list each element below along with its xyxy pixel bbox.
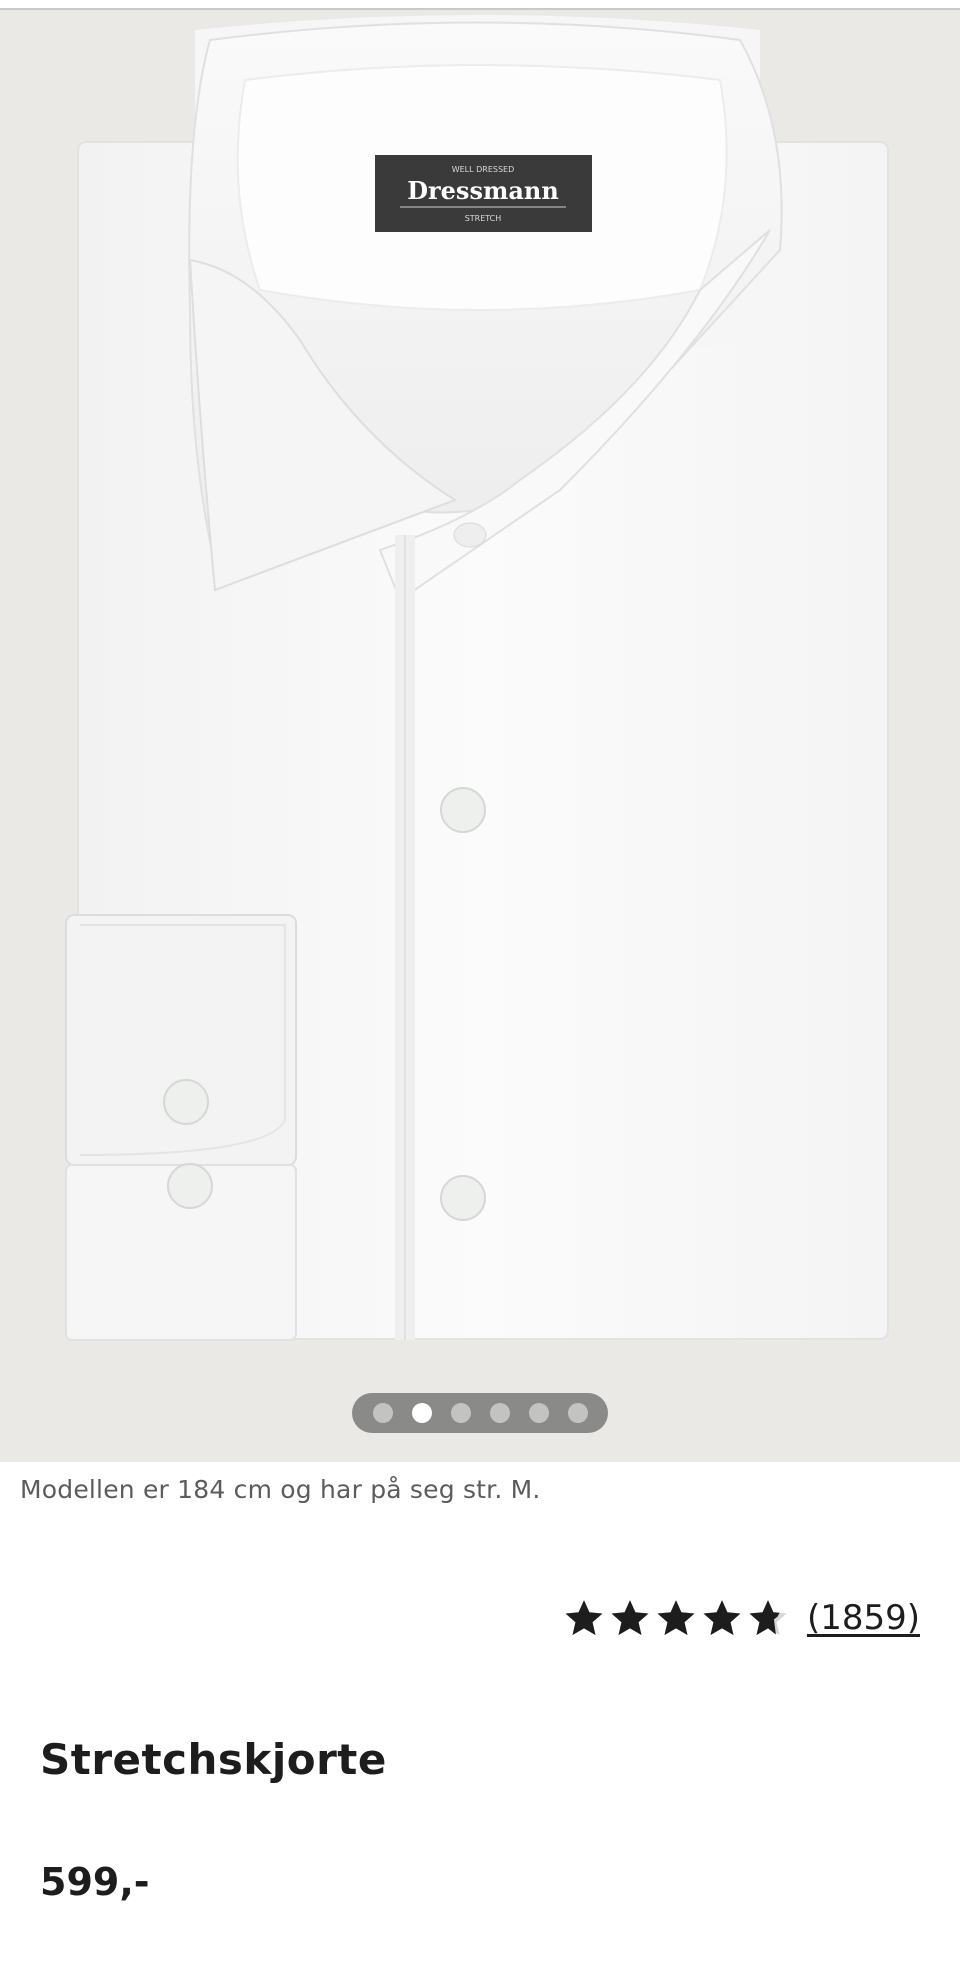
star-icon [565, 1600, 603, 1636]
carousel-dot-6[interactable] [567, 1403, 588, 1423]
rating-stars [563, 1597, 789, 1639]
carousel-dot-5[interactable] [528, 1403, 549, 1423]
carousel-dot-3[interactable] [450, 1403, 471, 1423]
star-icon [657, 1600, 695, 1636]
star-icon [703, 1600, 741, 1636]
label-bottom-text: STRETCH [465, 214, 502, 223]
carousel-dot-1[interactable] [372, 1403, 393, 1423]
product-image-carousel[interactable]: WELL DRESSED Dressmann STRETCH [0, 10, 960, 1462]
product-image: WELL DRESSED Dressmann STRETCH [65, 15, 889, 1341]
carousel-pagination[interactable] [352, 1393, 608, 1433]
star-icon [611, 1600, 649, 1636]
star-half-icon [749, 1600, 787, 1636]
label-top-text: WELL DRESSED [452, 165, 515, 174]
carousel-dot-2[interactable] [411, 1403, 432, 1423]
review-count-link[interactable]: (1859) [807, 1598, 920, 1638]
product-rating[interactable]: (1859) [563, 1597, 920, 1639]
product-price: 599,- [40, 1860, 150, 1904]
product-title: Stretchskjorte [40, 1735, 387, 1784]
carousel-dot-4[interactable] [489, 1403, 510, 1423]
model-size-note: Modellen er 184 cm og har på seg str. M. [20, 1475, 541, 1504]
top-bar [0, 0, 960, 10]
brand-label: WELL DRESSED Dressmann STRETCH [375, 155, 592, 232]
label-brand-text: Dressmann [407, 176, 559, 205]
